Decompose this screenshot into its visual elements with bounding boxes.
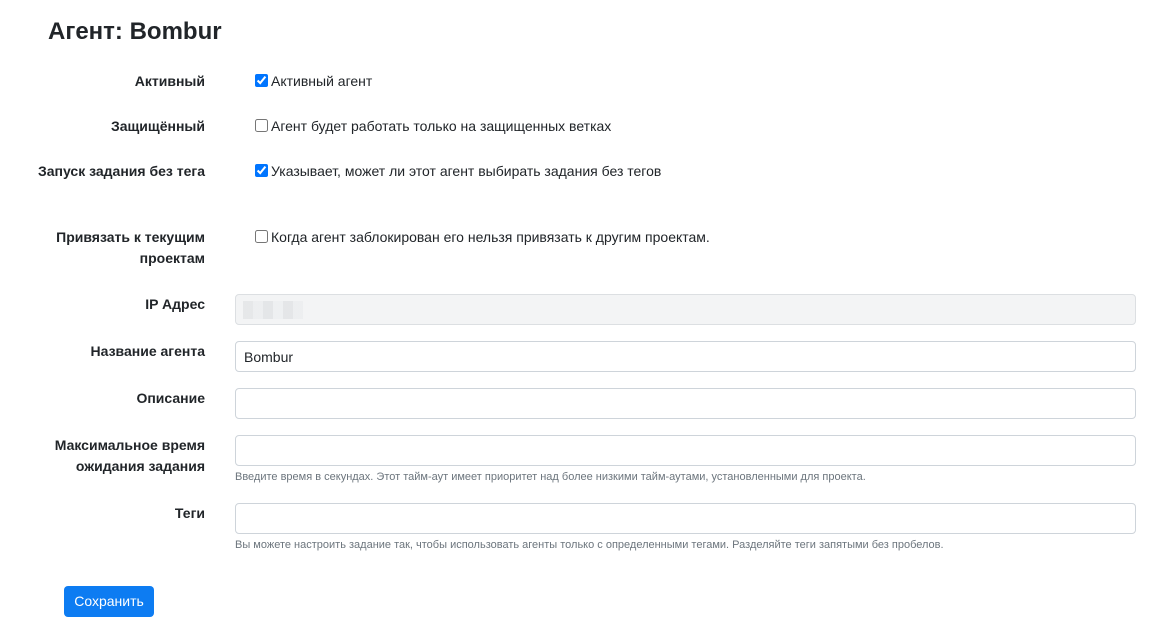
description-field[interactable] [235,388,1136,419]
description-label: Описание [136,390,205,406]
protected-checkbox-label[interactable]: Агент будет работать только на защищенны… [255,116,611,137]
active-label: Активный [134,73,205,89]
ip-address-redacted-value [243,301,303,319]
locked-checkbox[interactable] [255,230,268,243]
run-untagged-label: Запуск задания без тега [37,163,205,179]
tags-help-text: Вы можете настроить задание так, чтобы и… [235,539,944,551]
locked-checkbox-label[interactable]: Когда агент заблокирован его нельзя прив… [255,227,710,248]
run-untagged-checkbox-label[interactable]: Указывает, может ли этот агент выбирать … [255,161,661,182]
locked-checkbox-text: Когда агент заблокирован его нельзя прив… [271,229,710,245]
max-timeout-help-text: Введите время в секундах. Этот тайм-аут … [235,471,866,483]
tags-label: Теги [174,505,205,521]
tags-field[interactable] [235,503,1136,534]
agent-edit-page: Агент: Bombur Активный Активный агент За… [0,0,1174,630]
active-checkbox-label[interactable]: Активный агент [255,71,372,92]
ip-address-label: IP Адрес [145,296,205,312]
agent-name-field[interactable] [235,341,1136,372]
locked-label: Привязать к текущим проектам [56,229,205,266]
run-untagged-checkbox[interactable] [255,164,268,177]
agent-name-label: Название агента [90,343,205,359]
protected-checkbox[interactable] [255,119,268,132]
active-checkbox-text: Активный агент [271,73,373,89]
save-button[interactable]: Сохранить [64,586,154,617]
protected-label: Защищённый [110,118,205,134]
max-timeout-field[interactable] [235,435,1136,466]
ip-address-field [235,294,1136,325]
run-untagged-checkbox-text: Указывает, может ли этот агент выбирать … [271,163,662,179]
active-checkbox[interactable] [255,74,268,87]
protected-checkbox-text: Агент будет работать только на защищенны… [271,118,612,134]
page-title: Агент: Bombur [48,18,222,45]
max-timeout-label: Максимальное время ожидания задания [54,437,205,474]
